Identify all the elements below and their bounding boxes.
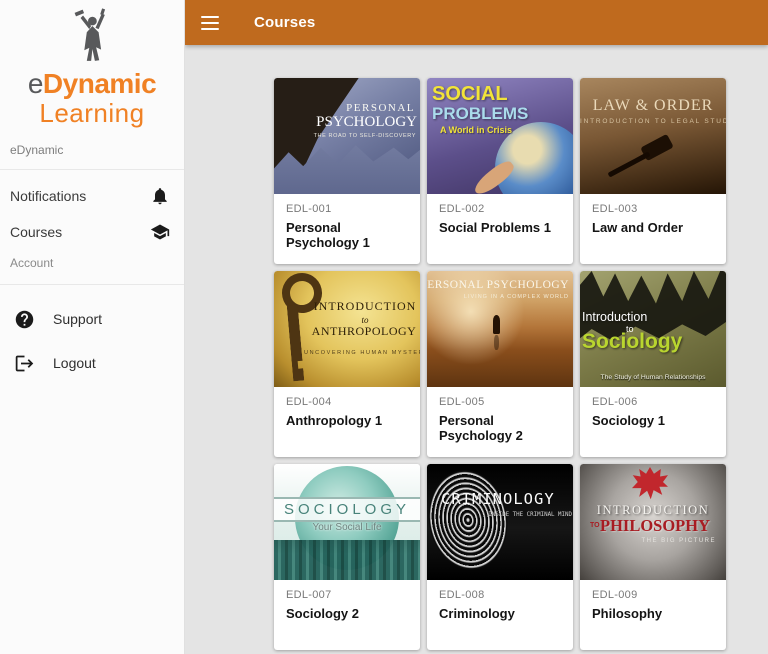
course-card[interactable]: CRIMINOLOGY INSIDE THE CRIMINAL MIND EDL… (427, 464, 573, 650)
course-title: Sociology 1 (592, 413, 714, 428)
logo-text: eDynamic (0, 69, 184, 99)
cover-text-line: A World in Crisis (440, 125, 512, 135)
sidebar-item-logout[interactable]: Logout (0, 345, 184, 381)
course-card[interactable]: PERSONAL PSYCHOLOGY THE ROAD TO SELF-DIS… (274, 78, 420, 264)
cover-text-line: PHILOSOPHY (600, 517, 710, 536)
cover-text-line: INTRODUCTION (310, 300, 420, 314)
course-card-body: EDL-004 Anthropology 1 (274, 387, 420, 428)
sidebar-divider (0, 169, 184, 170)
course-card-body: EDL-009 Philosophy (580, 580, 726, 621)
course-cover-image: Introduction to Sociology The Study of H… (580, 271, 726, 387)
course-title: Criminology (439, 606, 561, 621)
cover-text-line: LAW & ORDER (580, 97, 726, 115)
sidebar-item-notifications[interactable]: Notifications (0, 178, 184, 214)
course-card[interactable]: SOCIAL PROBLEMS A World in Crisis EDL-00… (427, 78, 573, 264)
course-code: EDL-003 (592, 203, 714, 215)
cover-text-line: Introduction (582, 310, 647, 324)
course-cover-image: INTRODUCTION TO PHILOSOPHY THE BIG PICTU… (580, 464, 726, 580)
course-card[interactable]: LAW & ORDER INTRODUCTION TO LEGAL STUDIE… (580, 78, 726, 264)
course-card[interactable]: INTRODUCTION to ANTHROPOLOGY UNCOVERING … (274, 271, 420, 457)
course-cover-image: LAW & ORDER INTRODUCTION TO LEGAL STUDIE… (580, 78, 726, 194)
course-card[interactable]: INTRODUCTION TO PHILOSOPHY THE BIG PICTU… (580, 464, 726, 650)
course-card[interactable]: SOCIOLOGY Your Social Life EDL-007 Socio… (274, 464, 420, 650)
course-code: EDL-002 (439, 203, 561, 215)
sidebar-account-label: Account (0, 250, 184, 284)
notifications-label: Notifications (10, 188, 86, 204)
course-code: EDL-001 (286, 203, 408, 215)
cover-text-line: THE BIG PICTURE (641, 538, 716, 545)
logo-subtitle: Learning (0, 99, 184, 127)
topbar: Courses (185, 0, 768, 45)
course-code: EDL-006 (592, 396, 714, 408)
course-card-body: EDL-007 Sociology 2 (274, 580, 420, 621)
cover-text-line: UNCOVERING HUMAN MYSTERIES (304, 350, 420, 356)
sidebar-section-label: eDynamic (0, 127, 184, 169)
course-cover-image: PERSONAL PSYCHOLOGY THE ROAD TO SELF-DIS… (274, 78, 420, 194)
graduate-silhouette-icon (70, 8, 114, 64)
course-code: EDL-008 (439, 589, 561, 601)
course-card[interactable]: Introduction to Sociology The Study of H… (580, 271, 726, 457)
logo-name: Dynamic (43, 68, 156, 99)
course-cover-image: SOCIOLOGY Your Social Life (274, 464, 420, 580)
cover-text-line: Sociology (582, 330, 682, 354)
sidebar-divider (0, 284, 184, 285)
course-title: Law and Order (592, 220, 714, 235)
hamburger-menu-button[interactable] (201, 15, 221, 31)
cover-text-line: ANTHROPOLOGY (308, 325, 420, 339)
course-title: Personal Psychology 1 (286, 220, 408, 250)
course-card-body: EDL-001 Personal Psychology 1 (274, 194, 420, 250)
bell-icon (150, 186, 170, 206)
course-card[interactable]: PERSONAL PSYCHOLOGY LIVING IN A COMPLEX … (427, 271, 573, 457)
course-title: Social Problems 1 (439, 220, 561, 235)
cover-text-line: PERSONAL PSYCHOLOGY (427, 279, 569, 292)
cover-text-line: INSIDE THE CRIMINAL MIND (488, 512, 572, 519)
logo-prefix: e (28, 68, 43, 99)
cover-text-line: LIVING IN A COMPLEX WORLD (464, 294, 569, 300)
course-grid: PERSONAL PSYCHOLOGY THE ROAD TO SELF-DIS… (274, 78, 726, 650)
course-cover-image: PERSONAL PSYCHOLOGY LIVING IN A COMPLEX … (427, 271, 573, 387)
cover-text-line: PERSONAL (346, 102, 415, 115)
cover-text-line: THE ROAD TO SELF-DISCOVERY (314, 133, 416, 139)
sidebar-item-courses[interactable]: Courses (0, 214, 184, 250)
course-card-body: EDL-006 Sociology 1 (580, 387, 726, 428)
sidebar-item-support[interactable]: Support (0, 301, 184, 337)
course-card-body: EDL-003 Law and Order (580, 194, 726, 235)
course-title: Personal Psychology 2 (439, 413, 561, 443)
cover-text-line: PSYCHOLOGY (316, 114, 417, 131)
course-card-body: EDL-002 Social Problems 1 (427, 194, 573, 235)
course-card-body: EDL-008 Criminology (427, 580, 573, 621)
page-title: Courses (254, 14, 315, 31)
cover-text-line: SOCIAL (432, 83, 508, 106)
help-icon (14, 309, 53, 330)
course-title: Philosophy (592, 606, 714, 621)
cover-text-line: The Study of Human Relationships (580, 374, 726, 382)
logout-label: Logout (53, 355, 96, 371)
page: eDynamic Learning eDynamic Notifications… (0, 0, 768, 654)
support-label: Support (53, 311, 102, 327)
course-card-body: EDL-005 Personal Psychology 2 (427, 387, 573, 443)
course-code: EDL-004 (286, 396, 408, 408)
courses-label: Courses (10, 224, 62, 240)
course-cover-image: CRIMINOLOGY INSIDE THE CRIMINAL MIND (427, 464, 573, 580)
course-code: EDL-009 (592, 589, 714, 601)
cover-text-line: PROBLEMS (432, 104, 528, 124)
app-logo: eDynamic Learning (0, 0, 184, 127)
graduation-cap-icon (150, 222, 170, 242)
sidebar: eDynamic Learning eDynamic Notifications… (0, 0, 185, 654)
course-code: EDL-007 (286, 589, 408, 601)
cover-text-line: CRIMINOLOGY (441, 491, 555, 509)
cover-text-line: INTRODUCTION TO LEGAL STUDIES (580, 118, 726, 125)
cover-text-line: SOCIOLOGY (274, 497, 420, 522)
course-title: Sociology 2 (286, 606, 408, 621)
course-cover-image: INTRODUCTION to ANTHROPOLOGY UNCOVERING … (274, 271, 420, 387)
course-code: EDL-005 (439, 396, 561, 408)
cover-text-line: Your Social Life (274, 522, 420, 534)
cover-text-line: TO (590, 522, 600, 530)
logout-icon (14, 353, 53, 374)
course-title: Anthropology 1 (286, 413, 408, 428)
course-cover-image: SOCIAL PROBLEMS A World in Crisis (427, 78, 573, 194)
